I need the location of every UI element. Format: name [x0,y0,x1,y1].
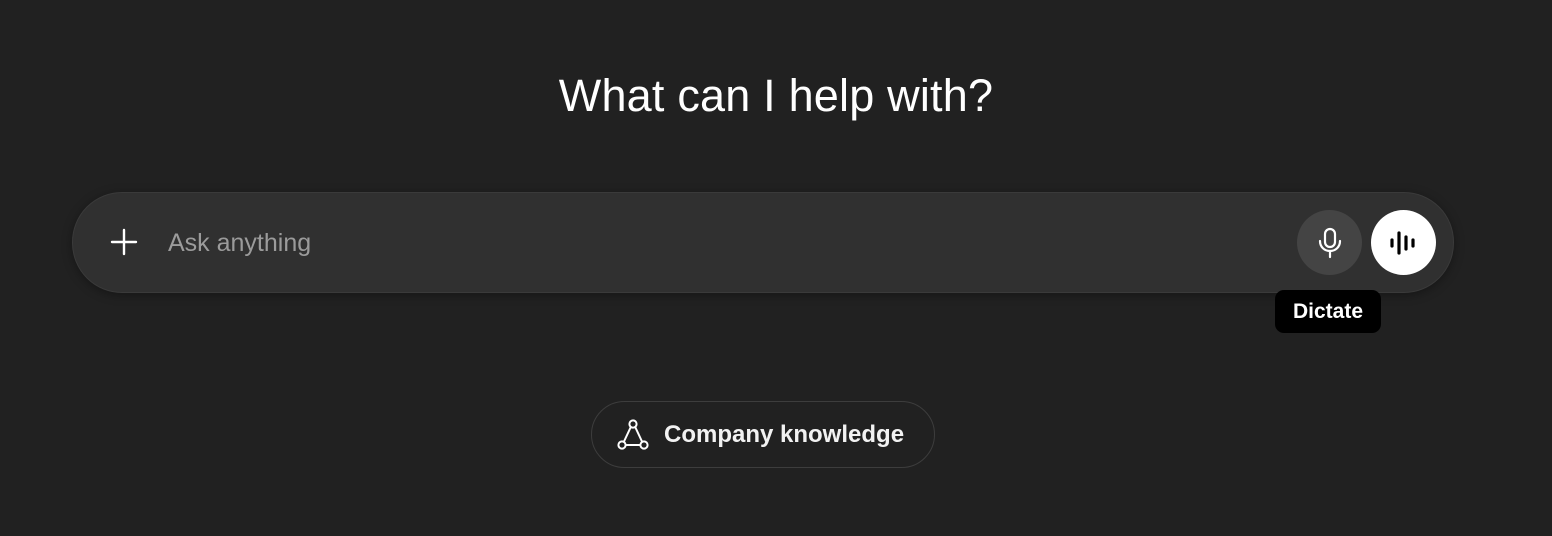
prompt-composer [72,192,1454,293]
page-title: What can I help with? [558,70,994,121]
company-knowledge-button[interactable]: Company knowledge [591,401,935,468]
plus-icon [110,228,138,256]
dictate-tooltip: Dictate [1275,290,1381,333]
prompt-input[interactable] [168,223,1268,263]
voice-waveform-icon [1389,230,1415,255]
connected-nodes-icon [616,418,650,452]
add-attachment-button[interactable] [101,219,147,265]
voice-mode-button[interactable] [1371,210,1436,275]
dictate-button[interactable] [1297,210,1362,275]
company-knowledge-label: Company knowledge [664,420,905,448]
microphone-icon [1318,227,1341,258]
page: What can I help with? Dictate [0,0,1552,536]
